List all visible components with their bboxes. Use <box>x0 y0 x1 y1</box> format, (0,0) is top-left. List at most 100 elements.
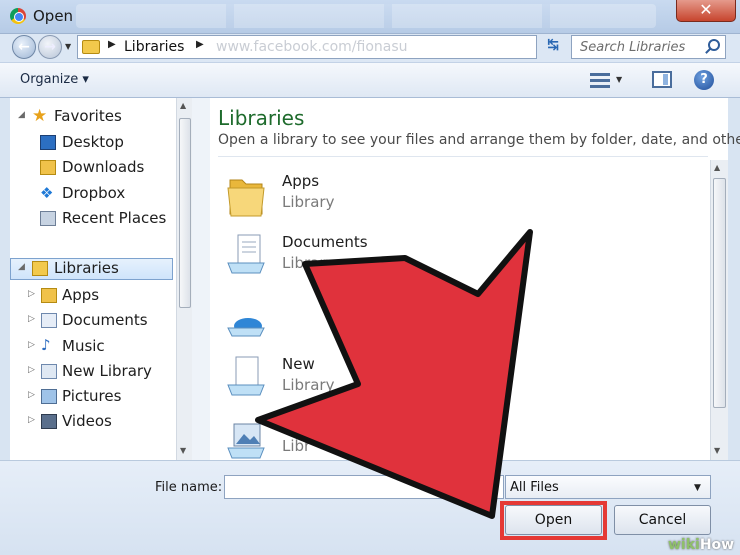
organize-menu[interactable]: Organize ▾ <box>20 72 89 87</box>
library-item-apps[interactable]: Apps Library <box>218 166 538 226</box>
nav-libraries-label: Libraries <box>54 259 119 277</box>
heading-divider <box>218 156 708 157</box>
view-options-icon[interactable] <box>590 71 610 89</box>
library-item-documents[interactable]: Documents Library <box>218 227 538 287</box>
content-scrollbar[interactable]: ▲ ▼ <box>710 160 728 460</box>
file-name-bar: File name: All Files ▼ Open Cancel wikiH… <box>0 460 740 555</box>
documents-library-icon <box>227 234 265 274</box>
nav-item-recent-places[interactable]: Recent Places <box>10 208 175 230</box>
open-button-highlight <box>500 501 607 540</box>
close-button[interactable]: ✕ <box>676 0 736 22</box>
nav-favorites[interactable]: ◢ ★ Favorites <box>10 106 175 128</box>
libraries-description: Open a library to see your files and arr… <box>218 132 740 148</box>
collapse-arrow-icon[interactable]: ◢ <box>18 262 25 272</box>
music-icon: ♪ <box>41 336 51 354</box>
nav-item-documents[interactable]: ▷ Documents <box>10 310 175 332</box>
nav-item-label: New Library <box>62 362 152 380</box>
address-bar[interactable]: ▶ Libraries ▶ www.facebook.com/fionasu ▼ <box>77 35 611 59</box>
nav-scrollbar[interactable]: ▲ ▼ <box>176 98 192 460</box>
refresh-icon[interactable]: ↹ <box>541 37 565 57</box>
nav-item-videos[interactable]: ▷ Videos <box>10 411 175 433</box>
cancel-button[interactable]: Cancel <box>614 505 711 535</box>
nav-item-label: Dropbox <box>62 184 126 202</box>
view-dropdown-icon[interactable]: ▼ <box>616 75 622 84</box>
recent-pages-dropdown-icon[interactable]: ▼ <box>65 42 71 51</box>
library-type: Libr <box>282 437 311 455</box>
forward-button[interactable]: → <box>38 35 62 59</box>
expand-arrow-icon[interactable]: ▷ <box>28 390 35 400</box>
background-tabs <box>76 4 656 28</box>
content-scroll-thumb[interactable] <box>713 178 726 408</box>
expand-arrow-icon[interactable]: ▷ <box>28 289 35 299</box>
library-item-music[interactable] <box>218 288 538 348</box>
libraries-heading: Libraries <box>218 106 305 130</box>
library-name: New <box>282 355 315 373</box>
library-item-new-library[interactable]: New Library <box>218 349 538 409</box>
navigation-pane: ◢ ★ Favorites Desktop Downloads ❖ Dropbo… <box>10 98 192 460</box>
chrome-icon <box>10 8 26 24</box>
nav-item-label: Apps <box>62 286 100 304</box>
back-button[interactable]: ← <box>12 35 36 59</box>
new-library-icon <box>227 356 265 396</box>
scroll-down-icon[interactable]: ▼ <box>180 446 186 455</box>
expand-arrow-icon[interactable]: ▷ <box>28 365 35 375</box>
nav-item-label: Pictures <box>62 387 122 405</box>
nav-item-new-library[interactable]: ▷ New Library <box>10 361 175 383</box>
nav-item-label: Downloads <box>62 158 145 176</box>
pane-splitter[interactable] <box>192 98 210 460</box>
library-type: Library <box>282 376 335 394</box>
nav-item-apps[interactable]: ▷ Apps <box>10 285 175 307</box>
expand-arrow-icon[interactable]: ▷ <box>28 415 35 425</box>
nav-libraries[interactable]: ◢ Libraries <box>10 258 173 280</box>
search-icon[interactable] <box>708 39 720 51</box>
window-title: Open <box>33 7 74 25</box>
library-name: Documents <box>282 233 368 251</box>
file-name-input[interactable] <box>224 475 504 499</box>
desktop-icon <box>40 135 56 150</box>
scroll-up-icon[interactable]: ▲ <box>714 163 720 172</box>
music-library-icon <box>227 318 265 337</box>
scroll-up-icon[interactable]: ▲ <box>180 101 186 110</box>
folder-icon <box>227 179 265 217</box>
nav-item-downloads[interactable]: Downloads <box>10 157 175 179</box>
libraries-folder-icon <box>82 40 100 54</box>
preview-pane-icon[interactable] <box>652 71 672 88</box>
nav-item-dropbox[interactable]: ❖ Dropbox <box>10 183 175 205</box>
search-placeholder: Search Libraries <box>580 40 686 55</box>
downloads-folder-icon <box>40 160 56 175</box>
nav-item-desktop[interactable]: Desktop <box>10 132 175 154</box>
file-type-select[interactable]: All Files ▼ <box>505 475 711 499</box>
nav-item-label: Desktop <box>62 133 124 151</box>
dropbox-icon: ❖ <box>40 184 54 202</box>
nav-favorites-label: Favorites <box>54 107 122 125</box>
file-type-value: All Files <box>510 480 559 495</box>
pictures-icon <box>41 389 57 404</box>
nav-item-label: Recent Places <box>62 209 167 227</box>
navigation-bar: ← → ▼ ▶ Libraries ▶ www.facebook.com/fio… <box>0 34 740 62</box>
file-name-label: File name: <box>155 480 223 495</box>
search-input[interactable]: Search Libraries <box>571 35 726 59</box>
nav-scroll-thumb[interactable] <box>179 118 191 308</box>
nav-item-pictures[interactable]: ▷ Pictures <box>10 386 175 408</box>
help-icon[interactable]: ? <box>694 70 714 90</box>
recent-places-icon <box>40 211 56 226</box>
nav-item-label: Videos <box>62 412 112 430</box>
breadcrumb-arrow-icon[interactable]: ▶ <box>196 39 204 50</box>
title-bar: Open ✕ <box>0 0 740 34</box>
address-ghost-text: www.facebook.com/fionasu <box>216 39 408 55</box>
wikihow-watermark: wikiHow <box>668 537 735 553</box>
documents-icon <box>41 313 57 328</box>
expand-arrow-icon[interactable]: ▷ <box>28 314 35 324</box>
breadcrumb-libraries[interactable]: Libraries <box>124 39 184 55</box>
breadcrumb-arrow-icon[interactable]: ▶ <box>108 39 116 50</box>
nav-item-music[interactable]: ▷ ♪ Music <box>10 336 175 358</box>
library-name: Apps <box>282 172 320 190</box>
collapse-arrow-icon[interactable]: ◢ <box>18 110 25 120</box>
chevron-down-icon[interactable]: ▼ <box>694 483 701 493</box>
star-icon: ★ <box>32 106 48 126</box>
scroll-down-icon[interactable]: ▼ <box>714 446 720 455</box>
command-bar: Organize ▾ ▼ ? <box>0 62 740 98</box>
videos-icon <box>41 414 57 429</box>
expand-arrow-icon[interactable]: ▷ <box>28 340 35 350</box>
nav-item-label: Documents <box>62 311 148 329</box>
